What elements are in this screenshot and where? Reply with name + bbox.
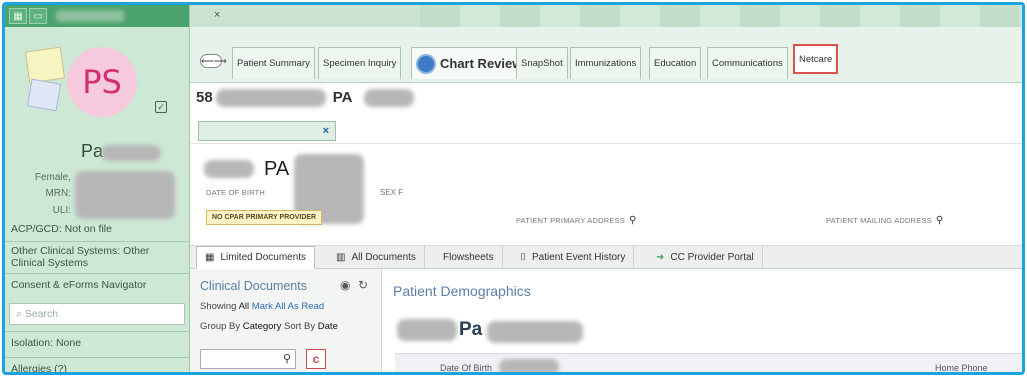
document-icon: ▦ [205,252,215,263]
redacted-block [216,89,326,107]
patient-name: Pa [81,141,104,161]
acp-status: ACP/GCD: Not on file [11,223,112,235]
demographics-name: Pa [459,319,483,340]
avatar[interactable]: PS [67,47,137,117]
chat-icon[interactable]: ▭ [29,8,47,24]
redacted-block [55,10,125,22]
tab-specimen-inquiry[interactable]: Specimen Inquiry [318,47,402,79]
document-icon: ▥ [336,252,346,263]
cpar-badge: NO CPAR PRIMARY PROVIDER [206,210,323,225]
dob-label: DATE OF BIRTH [206,188,265,197]
redacted-block [499,359,559,372]
tab-patient-event-history[interactable]: ⌷ Patient Event History [512,246,635,269]
search-icon: ⌕ [16,308,25,320]
tab-limited-documents[interactable]: ▦ Limited Documents [196,246,316,269]
clinical-documents-title: Clinical Documents [200,279,307,293]
showing-value[interactable]: All [239,301,250,312]
showing-filter: Showing All Mark All As Read [200,301,325,312]
tab-all-documents[interactable]: ▥ All Documents [328,246,425,269]
location-pin-icon: ⚲ [628,215,637,226]
redacted-block [397,319,457,341]
tab-immunizations[interactable]: Immunizations [570,47,642,79]
sidebar-search-input[interactable]: ⌕ Search [9,303,185,325]
close-icon[interactable]: × [323,125,329,137]
tab-chart-review[interactable]: Chart Review [411,47,528,79]
window-topbar: × [190,5,1022,27]
redacted-block [487,321,583,343]
demographics-row: Date Of Birth Home Phone [395,353,1022,373]
history-icon: ⌷ [520,252,526,263]
patient-sex: Female, [34,172,71,183]
divider [5,357,190,358]
redacted-block [75,171,175,219]
c-button[interactable]: c [306,349,326,369]
isolation-status: Isolation: None [11,337,82,349]
patient-mrn: MRN: [45,188,71,199]
group-sort-controls: Group By Category Sort By Date [200,321,338,332]
tab-education[interactable]: Education [649,47,702,79]
checkbox-icon[interactable]: ✓ [155,101,167,113]
activity-tabs: ⟵⟶ Patient Summary Specimen Inquiry Char… [190,27,1022,83]
redacted-block [364,89,414,107]
mailing-address-label: PATIENT MAILING ADDRESS ⚲ [826,215,944,226]
patient-uli: ULI: [52,205,71,216]
home-phone-label: Home Phone [935,363,988,373]
sidebar-toolbar: ▦ ▭ [5,5,189,27]
divider [5,273,190,274]
primary-address-label: PATIENT PRIMARY ADDRESS ⚲ [516,215,637,226]
documents-search-input[interactable]: ⚲ [200,349,296,369]
document-tabs: ▦ Limited Documents ▥ All Documents Flowsh… [190,245,1022,269]
chart-review-icon [416,53,436,74]
allergies-link[interactable]: Allergies (?) [11,363,67,372]
tab-patient-summary[interactable]: Patient Summary [232,47,315,79]
refresh-icon[interactable]: ↻ [358,278,368,292]
grid-icon[interactable]: ▦ [9,8,27,24]
tab-flowsheets[interactable]: Flowsheets [435,246,503,269]
patient-header: 58 PA [190,83,1022,123]
patient-sidebar: ▦ ▭ PS ✓ Pa Female, MRN: ULI: ACP/GCD: N… [5,5,190,372]
clinical-documents-panel: Clinical Documents ◉ ↻ Showing All Mark … [190,269,382,372]
tab-snapshot[interactable]: SnapShot [516,47,568,79]
search-icon: ⚲ [282,353,291,365]
demographics-title: Patient Demographics [393,283,531,299]
group-by-value[interactable]: Category [243,321,282,332]
sex-label: SEX F [380,188,404,197]
tab-communications[interactable]: Communications [707,47,788,79]
header-banner [420,5,1022,27]
patient-subtab[interactable]: × [198,121,336,141]
sort-by-value[interactable]: Date [318,321,338,332]
back-forward-icon[interactable]: ⟵⟶ [200,54,227,68]
app-window: ▦ ▭ PS ✓ Pa Female, MRN: ULI: ACP/GCD: N… [2,2,1025,375]
divider [5,241,190,242]
location-pin-icon: ⚲ [935,215,944,226]
eye-icon[interactable]: ◉ [340,278,350,292]
demographics-panel: Patient Demographics Pa Date Of Birth Ho… [383,269,1022,372]
dob-label: Date Of Birth [440,363,493,373]
tab-netcare[interactable]: Netcare [793,44,839,74]
arrow-right-icon: ➜ [656,252,665,263]
redacted-block [101,145,161,161]
other-systems-link[interactable]: Other Clinical Systems: Other Clinical S… [11,245,183,269]
close-icon[interactable]: × [214,9,220,21]
mark-all-read-link[interactable]: Mark All As Read [252,301,324,312]
divider [5,331,190,332]
redacted-block [204,160,254,178]
consent-navigator-link[interactable]: Consent & eForms Navigator [11,279,146,291]
tab-cc-provider-portal[interactable]: ➜ CC Provider Portal [648,246,763,269]
